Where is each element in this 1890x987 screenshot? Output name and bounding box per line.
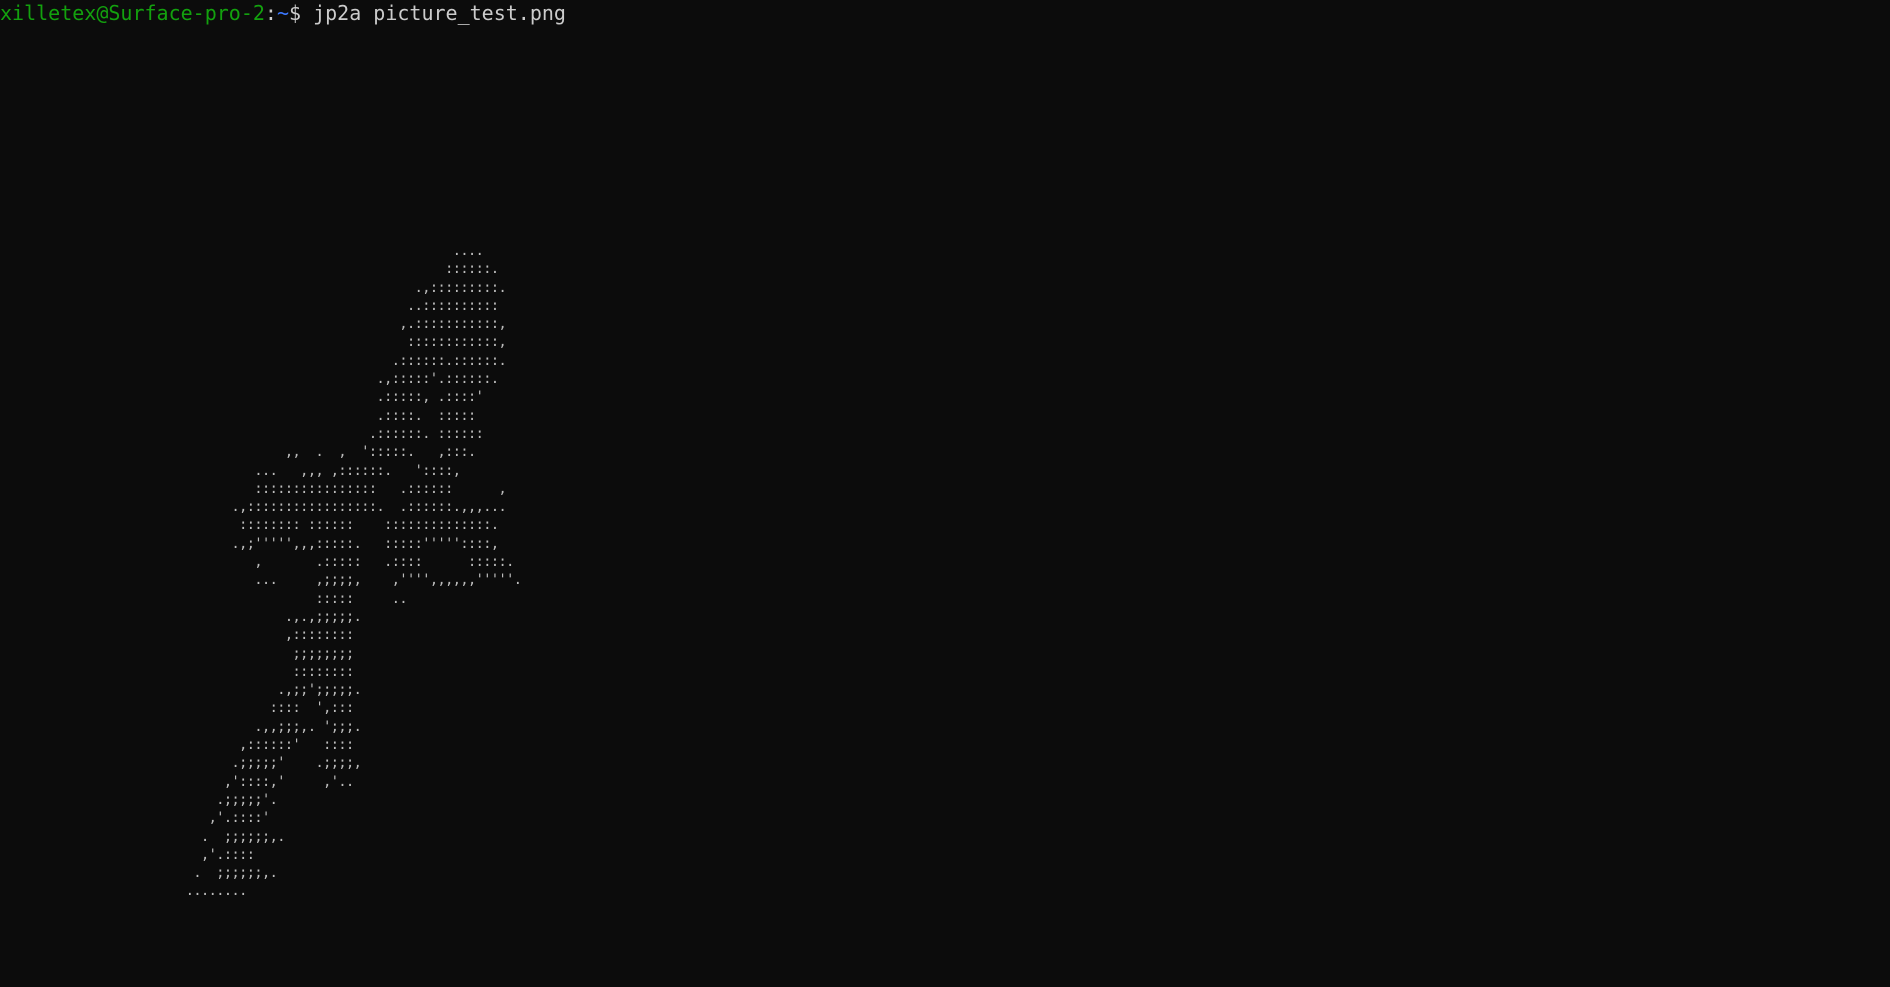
output-line: ........ — [178, 883, 248, 900]
output-line: :::: ',::: — [178, 700, 355, 717]
output-line: ::::::. — [178, 261, 499, 278]
output-line: .;;;;;'. — [178, 791, 278, 808]
output-line: .::::::.::::::. — [178, 352, 507, 369]
output-line: .,;;';;;;;. — [178, 682, 362, 699]
prompt-separator: : — [264, 1, 277, 25]
output-line: .;;;;;' .;;;;, — [178, 755, 362, 772]
output-line: ,'.:::: — [178, 846, 255, 863]
output-line: :::::::: :::::: ::::::::::::::. — [178, 517, 499, 534]
output-line: ::::::::::::, — [178, 334, 507, 351]
output-line: . ;;;;;;,. — [178, 828, 286, 845]
output-line: :::::::: — [178, 663, 354, 680]
output-line: .,:::::::::::::::::. .::::::.,,,... — [178, 499, 507, 516]
output-line: .,;''''',,,:::::. :::::'''''::::, — [178, 535, 499, 552]
prompt-symbol: $ — [289, 1, 314, 25]
command-prompt: xilletex@Surface-pro-2:~$ jp2a picture_t… — [0, 0, 566, 26]
ascii-art-output: .... ::::::. .,:::::::::. ..:::::::::: ,… — [178, 242, 522, 901]
output-line: .::::. ::::: — [178, 407, 476, 424]
output-line: ,, . , ':::::. ,:::. — [178, 444, 477, 461]
output-line: ,'::::,' ,'.. — [178, 773, 355, 790]
output-line: .,:::::::::. — [178, 279, 507, 296]
output-line: .:::::, .::::' — [178, 389, 484, 406]
prompt-cwd: ~ — [276, 1, 289, 25]
output-line: .,.,;;;;;. — [178, 608, 362, 625]
output-line: ... ,;;;;, ,'''',,,,,,'''''. — [178, 572, 522, 589]
output-line: :::::::::::::::: .:::::: , — [178, 480, 507, 497]
output-line: ,:::::::: — [178, 627, 354, 644]
output-line: ,'.::::' — [178, 810, 271, 827]
output-line: .,,;;;,. ';;;. — [178, 718, 362, 735]
terminal-window[interactable]: xilletex@Surface-pro-2:~$ jp2a picture_t… — [0, 0, 1890, 987]
output-line: .,:::::'.::::::. — [178, 371, 499, 388]
command-text: jp2a picture_test.png — [313, 1, 566, 25]
output-line: ::::: .. — [178, 590, 407, 607]
output-line: , .::::: .:::: :::::. — [178, 554, 514, 571]
output-line: .::::::. :::::: — [178, 425, 484, 442]
output-line: .... — [178, 243, 484, 259]
output-line: ;;;;;;;; — [178, 645, 354, 662]
output-line: . ;;;;;;,. — [178, 865, 278, 882]
output-line: ,::::::' :::: — [178, 737, 354, 754]
output-line: ... ,,, ,::::::. '::::, — [178, 462, 461, 479]
prompt-user-host: xilletex@Surface-pro-2 — [0, 1, 265, 25]
output-line: ..:::::::::: — [178, 297, 499, 314]
output-line: ,.:::::::::::, — [178, 316, 507, 333]
